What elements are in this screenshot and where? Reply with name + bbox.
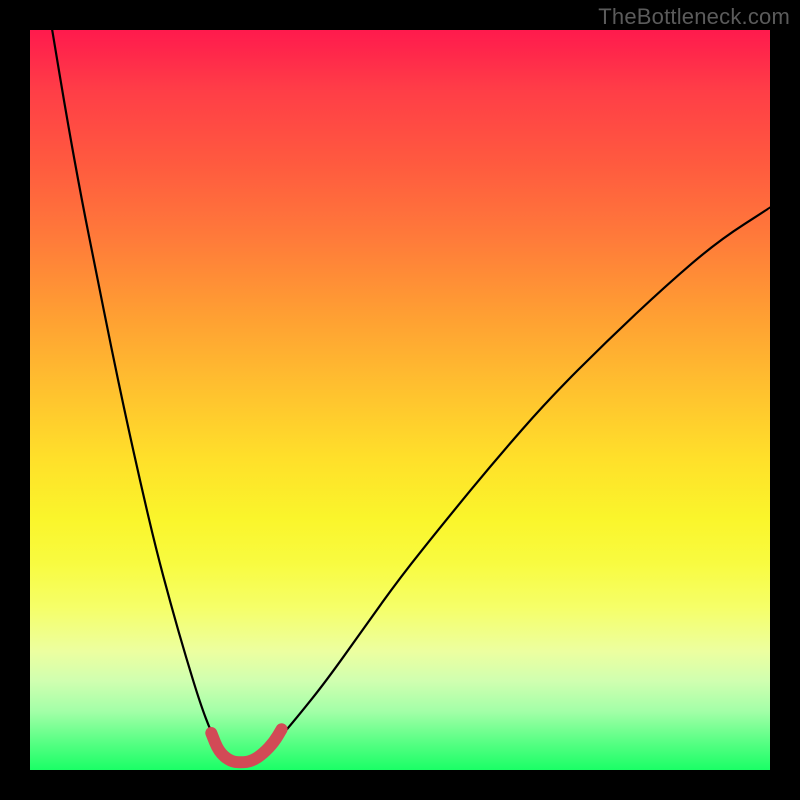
bottleneck-curve-left	[52, 30, 233, 761]
highlight-curve	[211, 729, 281, 762]
curve-svg	[30, 30, 770, 770]
chart-frame: TheBottleneck.com	[0, 0, 800, 800]
watermark-text: TheBottleneck.com	[598, 4, 790, 30]
bottleneck-curve-right	[259, 208, 770, 759]
plot-area	[30, 30, 770, 770]
